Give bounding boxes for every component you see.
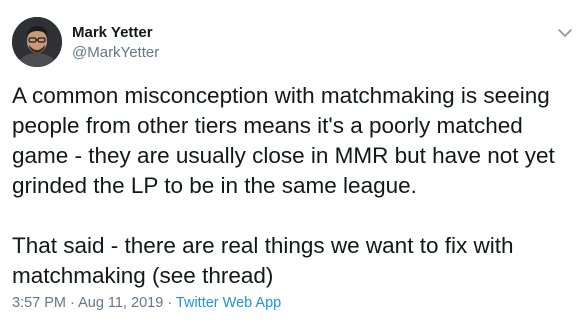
tweet-source-link[interactable]: Twitter Web App [176,295,281,311]
user-avatar[interactable] [12,17,62,67]
tweet-time[interactable]: 3:57 PM [12,295,66,311]
meta-separator: · [163,295,176,311]
avatar-image [12,17,62,67]
tweet-text-line: A common misconception with matchmaking … [12,83,550,108]
tweet-text: A common misconception with matchmaking … [12,81,574,291]
meta-separator: · [66,295,79,311]
tweet-text-line: grinded the LP to be in the same league. [12,173,417,198]
tweet-text-line: That said - there are real things we wan… [12,233,514,258]
tweet-date[interactable]: Aug 11, 2019 [78,295,163,311]
tweet-text-line: game - they are usually close in MMR but… [12,143,555,168]
tweet-card: Mark Yetter @MarkYetter A common misconc… [0,0,582,325]
tweet-meta: 3:57 PM · Aug 11, 2019 · Twitter Web App [12,294,281,312]
tweet-text-line: matchmaking (see thread) [12,263,274,288]
author-handle[interactable]: @MarkYetter [72,44,159,62]
tweet-text-line: people from other tiers means it's a poo… [12,113,523,138]
author-name[interactable]: Mark Yetter [72,24,153,42]
chevron-down-icon[interactable] [556,26,574,40]
